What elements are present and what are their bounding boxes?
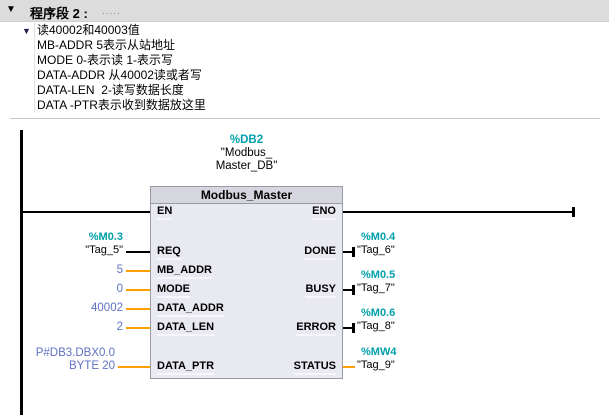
- operand-data-len[interactable]: 2: [117, 321, 123, 334]
- network-comment-area[interactable]: ▼ 读40002和40003值 MB-ADDR 5表示从站地址 MODE 0-表…: [0, 22, 609, 117]
- pin-status[interactable]: STATUS: [294, 360, 336, 375]
- block-title[interactable]: Modbus_Master: [151, 187, 342, 204]
- data-ptr-wire: [118, 366, 150, 368]
- comment-line: DATA -PTR表示收到数据放这里: [37, 98, 206, 113]
- operand-busy-address: %M0.5: [357, 269, 395, 282]
- mb-addr-wire: [126, 270, 150, 272]
- operand-mb-addr-value: 5: [117, 264, 123, 277]
- mode-wire: [126, 289, 150, 291]
- network-collapse-icon[interactable]: ▼: [6, 4, 16, 15]
- pin-error[interactable]: ERROR: [296, 321, 336, 336]
- pin-req[interactable]: REQ: [157, 245, 181, 260]
- comment-collapse-icon[interactable]: ▼: [22, 26, 31, 36]
- operand-req-address: %M0.3: [85, 231, 123, 244]
- comment-line: DATA-ADDR 从40002读或者写: [37, 68, 206, 83]
- eno-wire: [343, 211, 574, 213]
- operand-data-ptr-line2: BYTE 20: [36, 360, 115, 373]
- pin-eno[interactable]: ENO: [312, 205, 336, 220]
- instance-db-header[interactable]: %DB2 "Modbus_ Master_DB": [150, 133, 343, 173]
- operand-mode-value: 0: [117, 283, 123, 296]
- operand-done[interactable]: %M0.4 "Tag_6": [357, 231, 395, 257]
- eno-wire-terminator: [572, 207, 575, 217]
- operand-req[interactable]: %M0.3 "Tag_5": [85, 231, 123, 257]
- data-addr-wire: [126, 308, 150, 310]
- operand-data-ptr-line1: P#DB3.DBX0.0: [36, 347, 115, 360]
- ladder-editor-canvas: ▼ 程序段 2 : ..... ▼ 读40002和40003值 MB-ADDR …: [0, 0, 609, 415]
- pin-done[interactable]: DONE: [304, 245, 336, 260]
- error-wire-terminator: [352, 323, 355, 333]
- operand-done-address: %M0.4: [357, 231, 395, 244]
- pin-data-addr[interactable]: DATA_ADDR: [157, 302, 224, 317]
- modbus-master-block[interactable]: Modbus_Master EN REQ MB_ADDR MODE DATA_A…: [150, 186, 343, 379]
- pin-mb-addr[interactable]: MB_ADDR: [157, 264, 212, 279]
- network-title-placeholder-dots[interactable]: .....: [102, 6, 121, 17]
- operand-status-tag: "Tag_9": [357, 359, 396, 372]
- operand-busy-tag: "Tag_7": [357, 282, 395, 295]
- operand-req-tag: "Tag_5": [85, 244, 123, 257]
- db-name-line1: "Modbus_: [150, 147, 343, 160]
- db-address: %DB2: [150, 133, 343, 147]
- data-len-wire: [126, 327, 150, 329]
- power-rail: [20, 130, 23, 415]
- pin-data-ptr[interactable]: DATA_PTR: [157, 360, 214, 375]
- pin-busy[interactable]: BUSY: [305, 283, 336, 298]
- operand-status[interactable]: %MW4 "Tag_9": [357, 346, 396, 372]
- status-wire: [343, 366, 355, 368]
- busy-wire-terminator: [352, 285, 355, 295]
- en-wire: [21, 211, 150, 213]
- pin-mode[interactable]: MODE: [157, 283, 190, 298]
- comment-line: MB-ADDR 5表示从站地址: [37, 38, 206, 53]
- req-wire: [126, 251, 150, 253]
- pin-en[interactable]: EN: [157, 205, 172, 220]
- operand-mb-addr[interactable]: 5: [117, 264, 123, 277]
- operand-error-tag: "Tag_8": [357, 320, 395, 333]
- network-title-bar[interactable]: ▼ 程序段 2 : .....: [0, 0, 609, 22]
- operand-busy[interactable]: %M0.5 "Tag_7": [357, 269, 395, 295]
- operand-error[interactable]: %M0.6 "Tag_8": [357, 307, 395, 333]
- db-name-line2: Master_DB": [150, 160, 343, 173]
- comment-line: DATA-LEN 2-读写数据长度: [37, 83, 206, 98]
- operand-mode[interactable]: 0: [117, 283, 123, 296]
- operand-data-ptr[interactable]: P#DB3.DBX0.0 BYTE 20: [36, 347, 115, 373]
- operand-done-tag: "Tag_6": [357, 244, 395, 257]
- done-wire-terminator: [352, 247, 355, 257]
- network-comment[interactable]: 读40002和40003值 MB-ADDR 5表示从站地址 MODE 0-表示读…: [34, 23, 206, 113]
- operand-status-address: %MW4: [357, 346, 396, 359]
- network-title: 程序段 2 :: [30, 3, 88, 22]
- comment-line: 读40002和40003值: [37, 23, 206, 38]
- operand-data-addr[interactable]: 40002: [91, 302, 123, 315]
- comment-line: MODE 0-表示读 1-表示写: [37, 53, 206, 68]
- operand-error-address: %M0.6: [357, 307, 395, 320]
- pin-data-len[interactable]: DATA_LEN: [157, 321, 214, 336]
- operand-data-addr-value: 40002: [91, 302, 123, 315]
- network-separator-line: [10, 118, 600, 119]
- operand-data-len-value: 2: [117, 321, 123, 334]
